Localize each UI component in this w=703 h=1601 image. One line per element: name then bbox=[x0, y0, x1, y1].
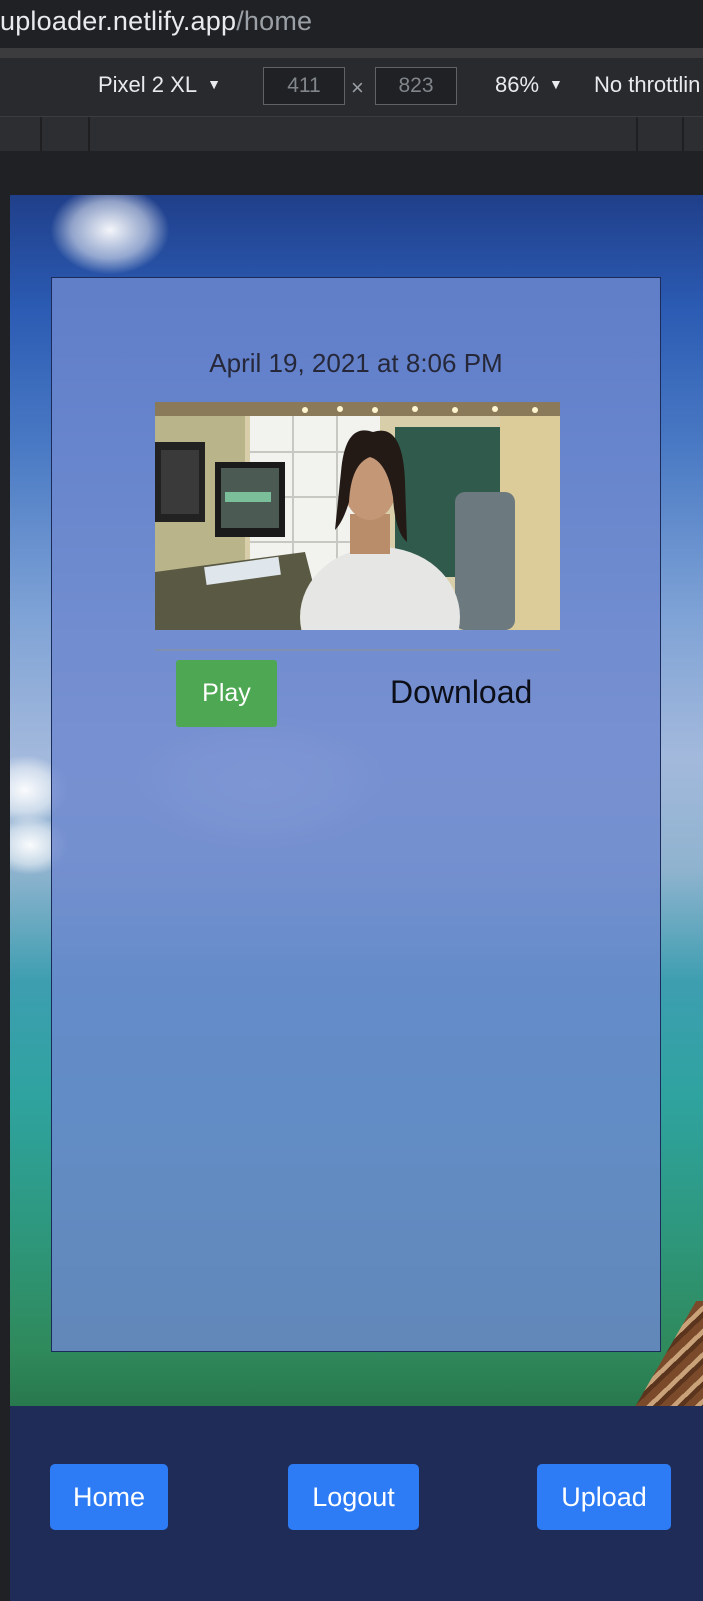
address-bar[interactable]: uploader.netlify.app/home bbox=[0, 0, 703, 48]
device-select[interactable]: Pixel 2 XL ▼ bbox=[98, 72, 221, 98]
url-path: /home bbox=[236, 6, 313, 36]
viewport-gutter bbox=[0, 151, 703, 195]
media-query-segment[interactable] bbox=[638, 117, 684, 151]
media-query-segment[interactable] bbox=[0, 117, 42, 151]
url-host: uploader.netlify.app bbox=[0, 6, 237, 36]
device-viewport: April 19, 2021 at 8:06 PM Play Download … bbox=[10, 195, 703, 1601]
media-query-segment[interactable] bbox=[90, 117, 638, 151]
url-text[interactable]: uploader.netlify.app/home bbox=[0, 6, 312, 37]
zoom-value: 86% bbox=[495, 72, 540, 97]
viewport-height-input[interactable]: 823 bbox=[375, 67, 457, 105]
home-button[interactable]: Home bbox=[50, 1464, 168, 1530]
bottom-navbar: Home Logout Upload bbox=[10, 1406, 703, 1601]
zoom-select[interactable]: 86% ▼ bbox=[495, 72, 563, 98]
upload-button[interactable]: Upload bbox=[537, 1464, 671, 1530]
device-toolbar: Pixel 2 XL ▼ 411 × 823 86% ▼ No throttlin bbox=[0, 58, 703, 117]
device-name: Pixel 2 XL bbox=[98, 72, 198, 97]
thumbnail-divider bbox=[155, 649, 560, 651]
upload-card: April 19, 2021 at 8:06 PM Play Download bbox=[51, 277, 661, 1352]
thumbnail-image bbox=[155, 402, 560, 630]
media-query-segment[interactable] bbox=[42, 117, 90, 151]
throttling-select[interactable]: No throttlin bbox=[594, 72, 700, 98]
download-link[interactable]: Download bbox=[390, 674, 532, 711]
viewport-width-input[interactable]: 411 bbox=[263, 67, 345, 105]
dimension-separator: × bbox=[351, 75, 364, 100]
chevron-down-icon: ▼ bbox=[549, 76, 563, 92]
toolbar-divider bbox=[0, 48, 703, 58]
video-thumbnail[interactable] bbox=[155, 402, 560, 630]
background-cloud bbox=[50, 195, 170, 275]
upload-date: April 19, 2021 at 8:06 PM bbox=[209, 348, 503, 378]
play-button[interactable]: Play bbox=[176, 660, 277, 727]
chevron-down-icon: ▼ bbox=[207, 76, 221, 92]
media-query-bar[interactable] bbox=[0, 117, 703, 151]
logout-button[interactable]: Logout bbox=[288, 1464, 419, 1530]
